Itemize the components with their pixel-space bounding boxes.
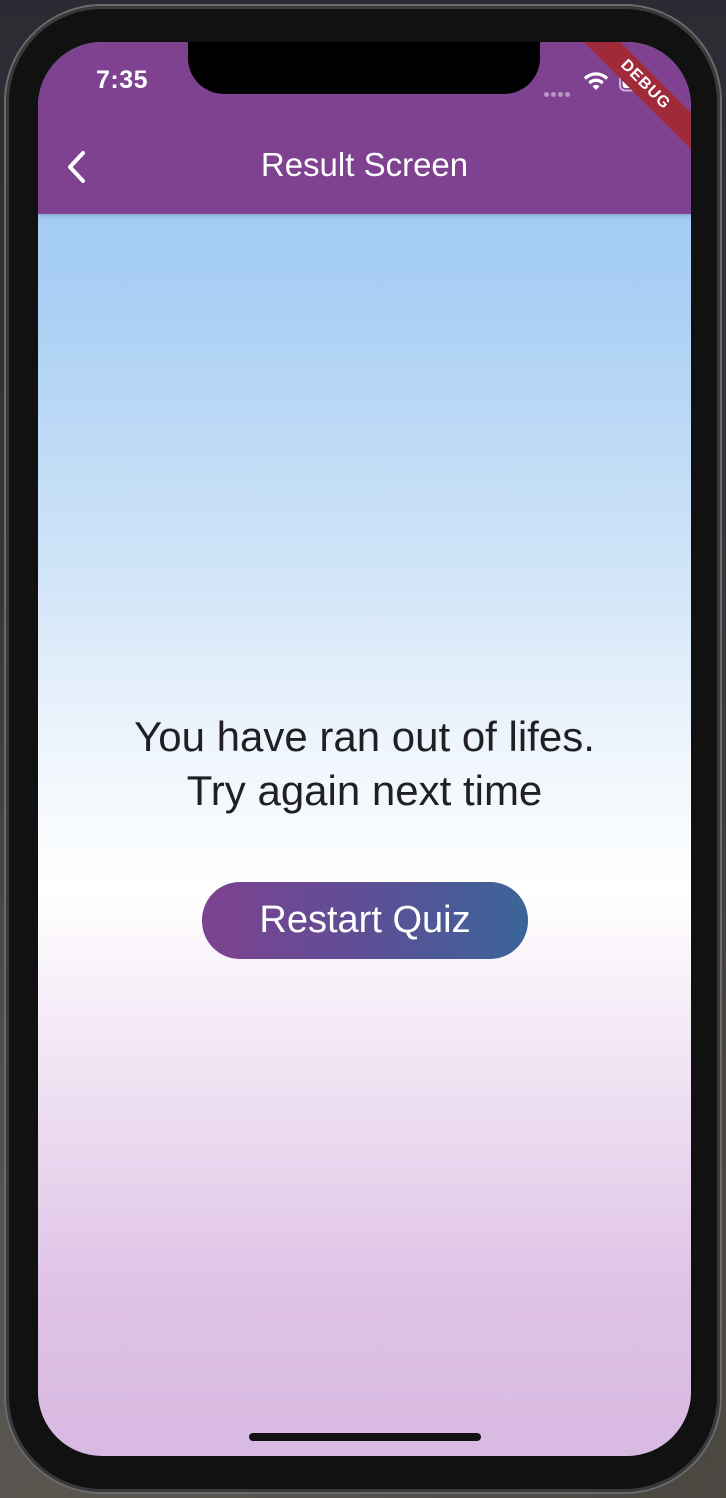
home-indicator	[249, 1433, 481, 1441]
result-message: You have ran out of lifes. Try again nex…	[38, 710, 691, 818]
wifi-icon	[583, 72, 609, 90]
cellular-signal-icon	[544, 84, 574, 97]
app-screen: 7:35 DEBUG Result Screen You have ran ou…	[38, 42, 691, 1456]
status-time: 7:35	[96, 66, 149, 94]
result-message-line-2: Try again next time	[186, 767, 543, 814]
app-bar: 7:35 DEBUG Result Screen	[38, 42, 691, 214]
restart-quiz-button[interactable]: Restart Quiz	[202, 882, 528, 959]
device-notch	[188, 42, 540, 94]
page-title: Result Screen	[260, 146, 469, 183]
result-message-line-1: You have ran out of lifes.	[134, 713, 595, 760]
debug-banner: DEBUG	[572, 42, 691, 158]
